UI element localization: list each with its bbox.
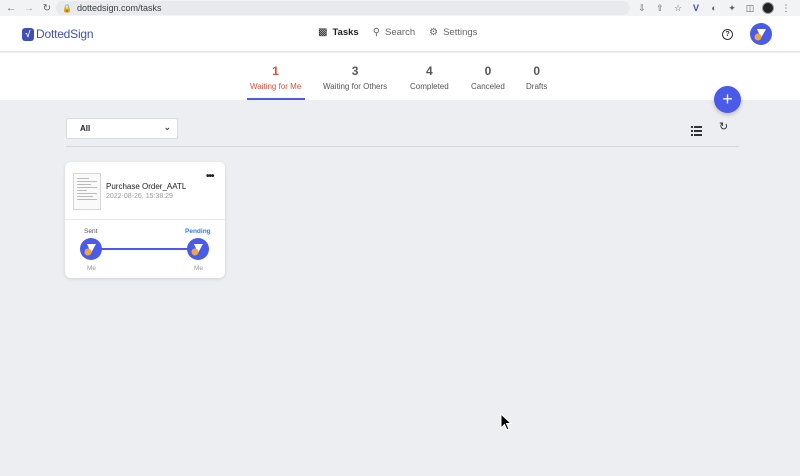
step-status-sent: Sent [84,228,98,235]
tab-label: Waiting for Me [250,82,302,91]
inbox-icon: ▩ [318,27,328,38]
tab-label: Waiting for Others [323,82,388,91]
tab-canceled[interactable]: 0 Canceled [471,64,505,91]
extension-moon-icon[interactable]: ◐ [708,2,720,14]
browser-profile-avatar[interactable] [762,2,774,14]
divider [66,146,739,147]
browser-toolbar: ← → ↻ 🔒 dottedsign.com/tasks ⇩ ⇧ ☆ V ◐ ✦… [0,0,800,16]
logo-text: DottedSign [36,27,94,41]
tab-completed[interactable]: 4 Completed [410,64,449,91]
download-icon[interactable]: ⇩ [636,2,648,14]
nav-search[interactable]: ⚲ Search [373,27,415,38]
tab-waiting-for-me[interactable]: 1 Waiting for Me [250,64,301,91]
url-text: dottedsign.com/tasks [76,3,162,13]
help-icon[interactable]: ? [722,29,733,40]
step-signer-name: Me [194,265,204,272]
logo-mark-icon: √ [22,27,34,41]
extension-v-icon[interactable]: V [690,2,702,14]
puzzle-icon[interactable]: ✦ [726,2,738,14]
user-avatar[interactable] [750,23,772,45]
step-status-pending: Pending [185,228,211,235]
reload-icon[interactable]: ↻ [40,1,54,15]
document-thumbnail [73,173,101,210]
tab-count: 0 [533,64,541,78]
address-bar[interactable]: 🔒 dottedsign.com/tasks [56,1,630,15]
forward-icon[interactable]: → [22,1,36,15]
star-icon[interactable]: ☆ [672,2,684,14]
tab-count: 0 [484,64,492,78]
refresh-icon[interactable]: ↻ [719,120,728,133]
app-header: √ DottedSign ▩ Tasks ⚲ Search ⚙ Settings… [0,16,800,52]
tab-label: Drafts [526,82,548,91]
nav-settings-label: Settings [443,27,478,38]
progress-line [101,248,189,250]
chevron-down-icon: ⌄ [163,122,171,132]
browser-menu-icon[interactable]: ⋮ [780,2,792,14]
tab-count: 4 [426,64,433,78]
tab-count: 3 [351,64,359,78]
filter-dropdown[interactable]: All ⌄ [66,118,178,139]
tab-waiting-for-others[interactable]: 3 Waiting for Others [323,64,387,91]
tab-label: Canceled [471,82,505,91]
create-task-button[interactable]: + [714,86,741,113]
task-title: Purchase Order_AATL [106,182,187,191]
extension-area: ⇩ ⇧ ☆ V ◐ ✦ ◫ ⋮ [636,1,792,15]
task-date: 2022-08-26, 15:38:29 [106,193,173,200]
tab-count: 1 [272,64,279,78]
more-options-icon[interactable]: ••• [206,171,214,182]
share-icon[interactable]: ⇧ [654,2,666,14]
search-icon: ⚲ [372,27,381,38]
mouse-cursor-icon [500,412,513,436]
sidebar-icon[interactable]: ◫ [744,2,756,14]
signer-avatar [80,238,102,260]
gear-icon: ⚙ [429,27,439,38]
nav-settings[interactable]: ⚙ Settings [429,27,477,38]
task-card[interactable]: Purchase Order_AATL 2022-08-26, 15:38:29… [65,162,225,278]
back-icon[interactable]: ← [4,1,18,15]
step-signer-name: Me [87,265,97,272]
nav-tasks[interactable]: ▩ Tasks [318,27,359,38]
lock-icon: 🔒 [62,3,72,13]
nav-tasks-label: Tasks [332,27,359,38]
logo[interactable]: √ DottedSign [22,27,94,41]
nav-search-label: Search [385,27,416,38]
tab-label: Completed [410,82,449,91]
task-status-tabs: 1 Waiting for Me 3 Waiting for Others 4 … [0,53,800,100]
top-nav: ▩ Tasks ⚲ Search ⚙ Settings [318,27,477,38]
active-tab-indicator [247,98,305,100]
card-divider [65,219,225,220]
filter-selected-value: All [80,124,91,133]
signer-avatar [187,238,209,260]
list-view-icon[interactable] [691,123,702,136]
tab-drafts[interactable]: 0 Drafts [526,64,547,91]
